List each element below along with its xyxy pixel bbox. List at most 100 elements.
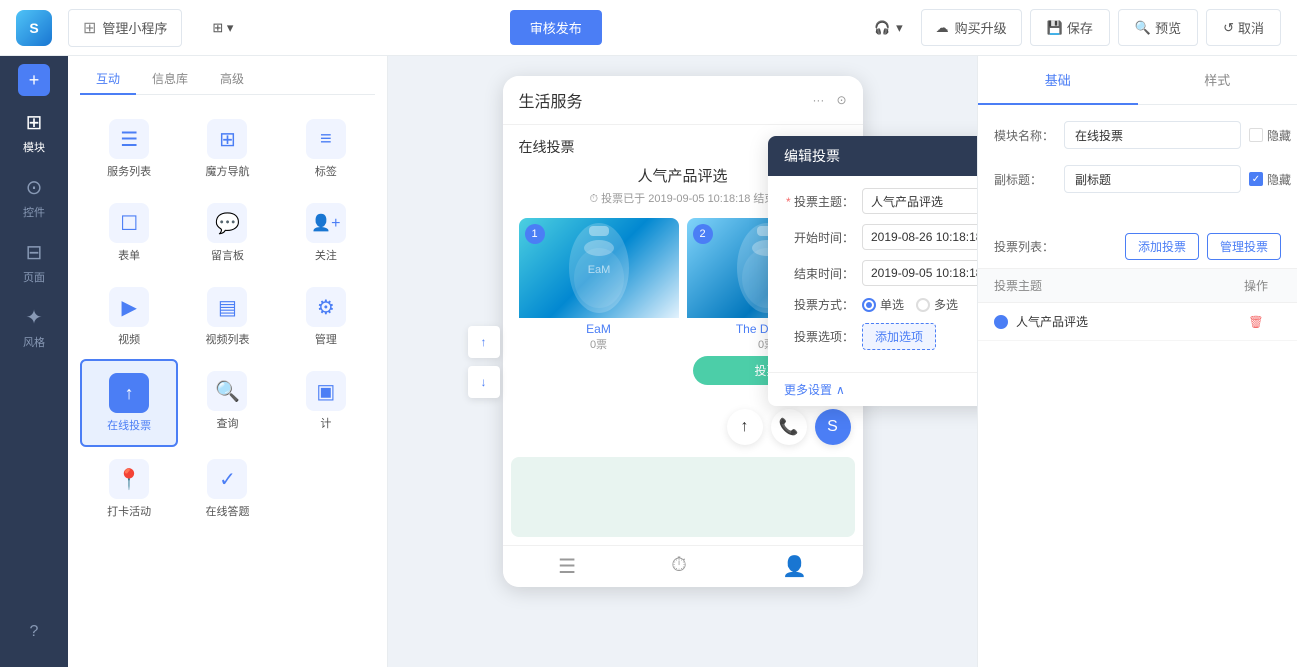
manage-miniapp-tab[interactable]: ⊞ 管理小程序	[68, 9, 182, 47]
vote-options-label: 投票选项：	[784, 328, 854, 345]
module-service-list[interactable]: ☰ 服务列表	[80, 107, 178, 191]
sidebar-item-control[interactable]: ⊙ 控件	[0, 165, 68, 230]
vote-table-header: 投票主题 操作	[978, 269, 1297, 303]
checkin-icon: 📍	[109, 459, 149, 499]
radio-single[interactable]: 单选	[862, 296, 904, 313]
nav-list-icon[interactable]: ☰	[558, 554, 576, 579]
panel-area: 互动 信息库 高级 ☰ 服务列表 ⊞ 魔方导航 ≡ 标签 ☐ 表单 💬	[68, 56, 388, 667]
module-query[interactable]: 🔍 查询	[178, 359, 276, 447]
subtitle-input[interactable]	[1064, 165, 1241, 193]
module-icon: ⊞	[26, 110, 43, 135]
sidebar-item-module[interactable]: ⊞ 模块	[0, 100, 68, 165]
sidebar-item-page[interactable]: ⊟ 页面	[0, 230, 68, 295]
hide-checkbox-1[interactable]: 隐藏	[1249, 127, 1291, 144]
sidebar-bottom: ?	[20, 613, 49, 667]
vote-row-radio[interactable]	[994, 315, 1008, 329]
cancel-button[interactable]: ↺ 取消	[1206, 9, 1281, 46]
edit-popup: 编辑投票 投票主题： 开始时间： 结束时间： 投票方式：	[768, 136, 977, 406]
more-settings-button[interactable]: 更多设置 ∧	[784, 381, 845, 398]
preview-icon: 🔍	[1135, 20, 1151, 36]
preview-button[interactable]: 🔍 预览	[1118, 9, 1198, 46]
add-module-button[interactable]: +	[18, 64, 50, 96]
vote-theme-input[interactable]	[862, 188, 977, 214]
add-vote-button[interactable]: 添加投票	[1125, 233, 1199, 260]
vote-badge-1: 1	[525, 224, 545, 244]
module-follow[interactable]: 👤+ 关注	[277, 191, 375, 275]
help-button[interactable]: ?	[20, 613, 49, 651]
radio-multiple[interactable]: 多选	[916, 296, 958, 313]
subtitle-row: 副标题： ✓ 隐藏	[994, 165, 1281, 193]
service-button[interactable]: 🎧 ▾	[864, 14, 913, 42]
tab-infodb[interactable]: 信息库	[136, 64, 204, 95]
nav-up-button[interactable]: ↑	[468, 326, 500, 358]
more-icon[interactable]: ···	[812, 93, 824, 107]
module-name-input[interactable]	[1064, 121, 1241, 149]
radio-multiple-dot	[916, 298, 930, 312]
phone-icon[interactable]: 📞	[771, 409, 807, 445]
save-icon: 💾	[1047, 20, 1063, 36]
tag-icon: ≡	[306, 119, 346, 159]
module-online-quiz[interactable]: ✓ 在线答题	[178, 447, 276, 531]
phone-header-right: ··· ⊙	[812, 93, 846, 107]
manage-vote-button[interactable]: 管理投票	[1207, 233, 1281, 260]
module-message-board[interactable]: 💬 留言板	[178, 191, 276, 275]
hide-checkbox-2[interactable]: ✓ 隐藏	[1249, 171, 1291, 188]
upgrade-button[interactable]: ☁ 购买升级	[921, 9, 1022, 46]
module-video[interactable]: ▶ 视频	[80, 275, 178, 359]
end-time-label: 结束时间：	[784, 265, 854, 282]
table-col-action: 操作	[1231, 277, 1281, 294]
tab-interactive[interactable]: 互动	[80, 64, 136, 95]
start-time-row: 开始时间：	[784, 224, 977, 250]
form-icon: ☐	[109, 203, 149, 243]
topbar-right: 🎧 ▾ ☁ 购买升级 💾 保存 🔍 预览 ↺ 取消	[864, 9, 1281, 46]
start-time-label: 开始时间：	[784, 229, 854, 246]
manage-icon: ⊞	[83, 18, 96, 38]
start-time-input[interactable]	[862, 224, 977, 250]
nav-user-icon[interactable]: 👤	[782, 554, 807, 579]
compute-icon: ▣	[306, 371, 346, 411]
canvas-area: 编辑投票 投票主题： 开始时间： 结束时间： 投票方式：	[388, 56, 977, 667]
vote-method-group: 单选 多选	[862, 296, 958, 313]
sidebar-item-style[interactable]: ✦ 风格	[0, 295, 68, 360]
nav-down-button[interactable]: ↓	[468, 366, 500, 398]
record-icon[interactable]: ⊙	[836, 93, 846, 107]
module-checkin[interactable]: 📍 打卡活动	[80, 447, 178, 531]
admin-icon: ⚙	[306, 287, 346, 327]
tab-basic[interactable]: 基础	[978, 56, 1138, 105]
save-button[interactable]: 💾 保存	[1030, 9, 1110, 46]
module-form[interactable]: ☐ 表单	[80, 191, 178, 275]
edit-popup-header: 编辑投票	[768, 136, 977, 176]
module-tag[interactable]: ≡ 标签	[277, 107, 375, 191]
table-col-theme: 投票主题	[994, 277, 1231, 294]
vote-card-1-image: 1 EaM	[519, 218, 679, 318]
message-board-icon: 💬	[207, 203, 247, 243]
phone-nav: ☰ ⏱ 👤	[503, 545, 863, 587]
module-magic-nav[interactable]: ⊞ 魔方导航	[178, 107, 276, 191]
left-sidebar: + ⊞ 模块 ⊙ 控件 ⊟ 页面 ✦ 风格 ?	[0, 56, 68, 667]
hide-checkbox-2-box: ✓	[1249, 172, 1263, 186]
brand-icon[interactable]: S	[815, 409, 851, 445]
cloud-icon: ☁	[936, 20, 949, 36]
vote-list-header: 投票列表： 添加投票 管理投票	[978, 225, 1297, 269]
module-admin[interactable]: ⚙ 管理	[277, 275, 375, 359]
grid-button[interactable]: ⊞ ▾	[198, 12, 247, 44]
tab-style[interactable]: 样式	[1138, 56, 1297, 105]
module-video-list[interactable]: ▤ 视频列表	[178, 275, 276, 359]
review-publish-button[interactable]: 审核发布	[510, 10, 602, 45]
panel-section-tabs: 互动 信息库 高级	[80, 64, 375, 95]
end-time-row: 结束时间：	[784, 260, 977, 286]
tab-advanced[interactable]: 高级	[204, 64, 260, 95]
phone-header: 生活服务 ··· ⊙	[503, 76, 863, 125]
subtitle-label: 副标题：	[994, 171, 1064, 188]
module-compute[interactable]: ▣ 计	[277, 359, 375, 447]
nav-time-icon[interactable]: ⏱	[671, 554, 687, 579]
vote-row-delete[interactable]: 🗑	[1231, 315, 1281, 329]
table-row: 人气产品评选 🗑	[978, 303, 1297, 341]
end-time-input[interactable]	[862, 260, 977, 286]
add-option-button[interactable]: 添加选项	[862, 323, 936, 350]
module-online-vote[interactable]: ↑ 在线投票	[80, 359, 178, 447]
vote-card-1: 1 EaM EaM 0票	[519, 218, 679, 389]
vote-table: 投票主题 操作 人气产品评选 🗑	[978, 269, 1297, 341]
share-icon[interactable]: ↑	[727, 409, 763, 445]
vote-section-label: 在线投票	[519, 137, 575, 157]
